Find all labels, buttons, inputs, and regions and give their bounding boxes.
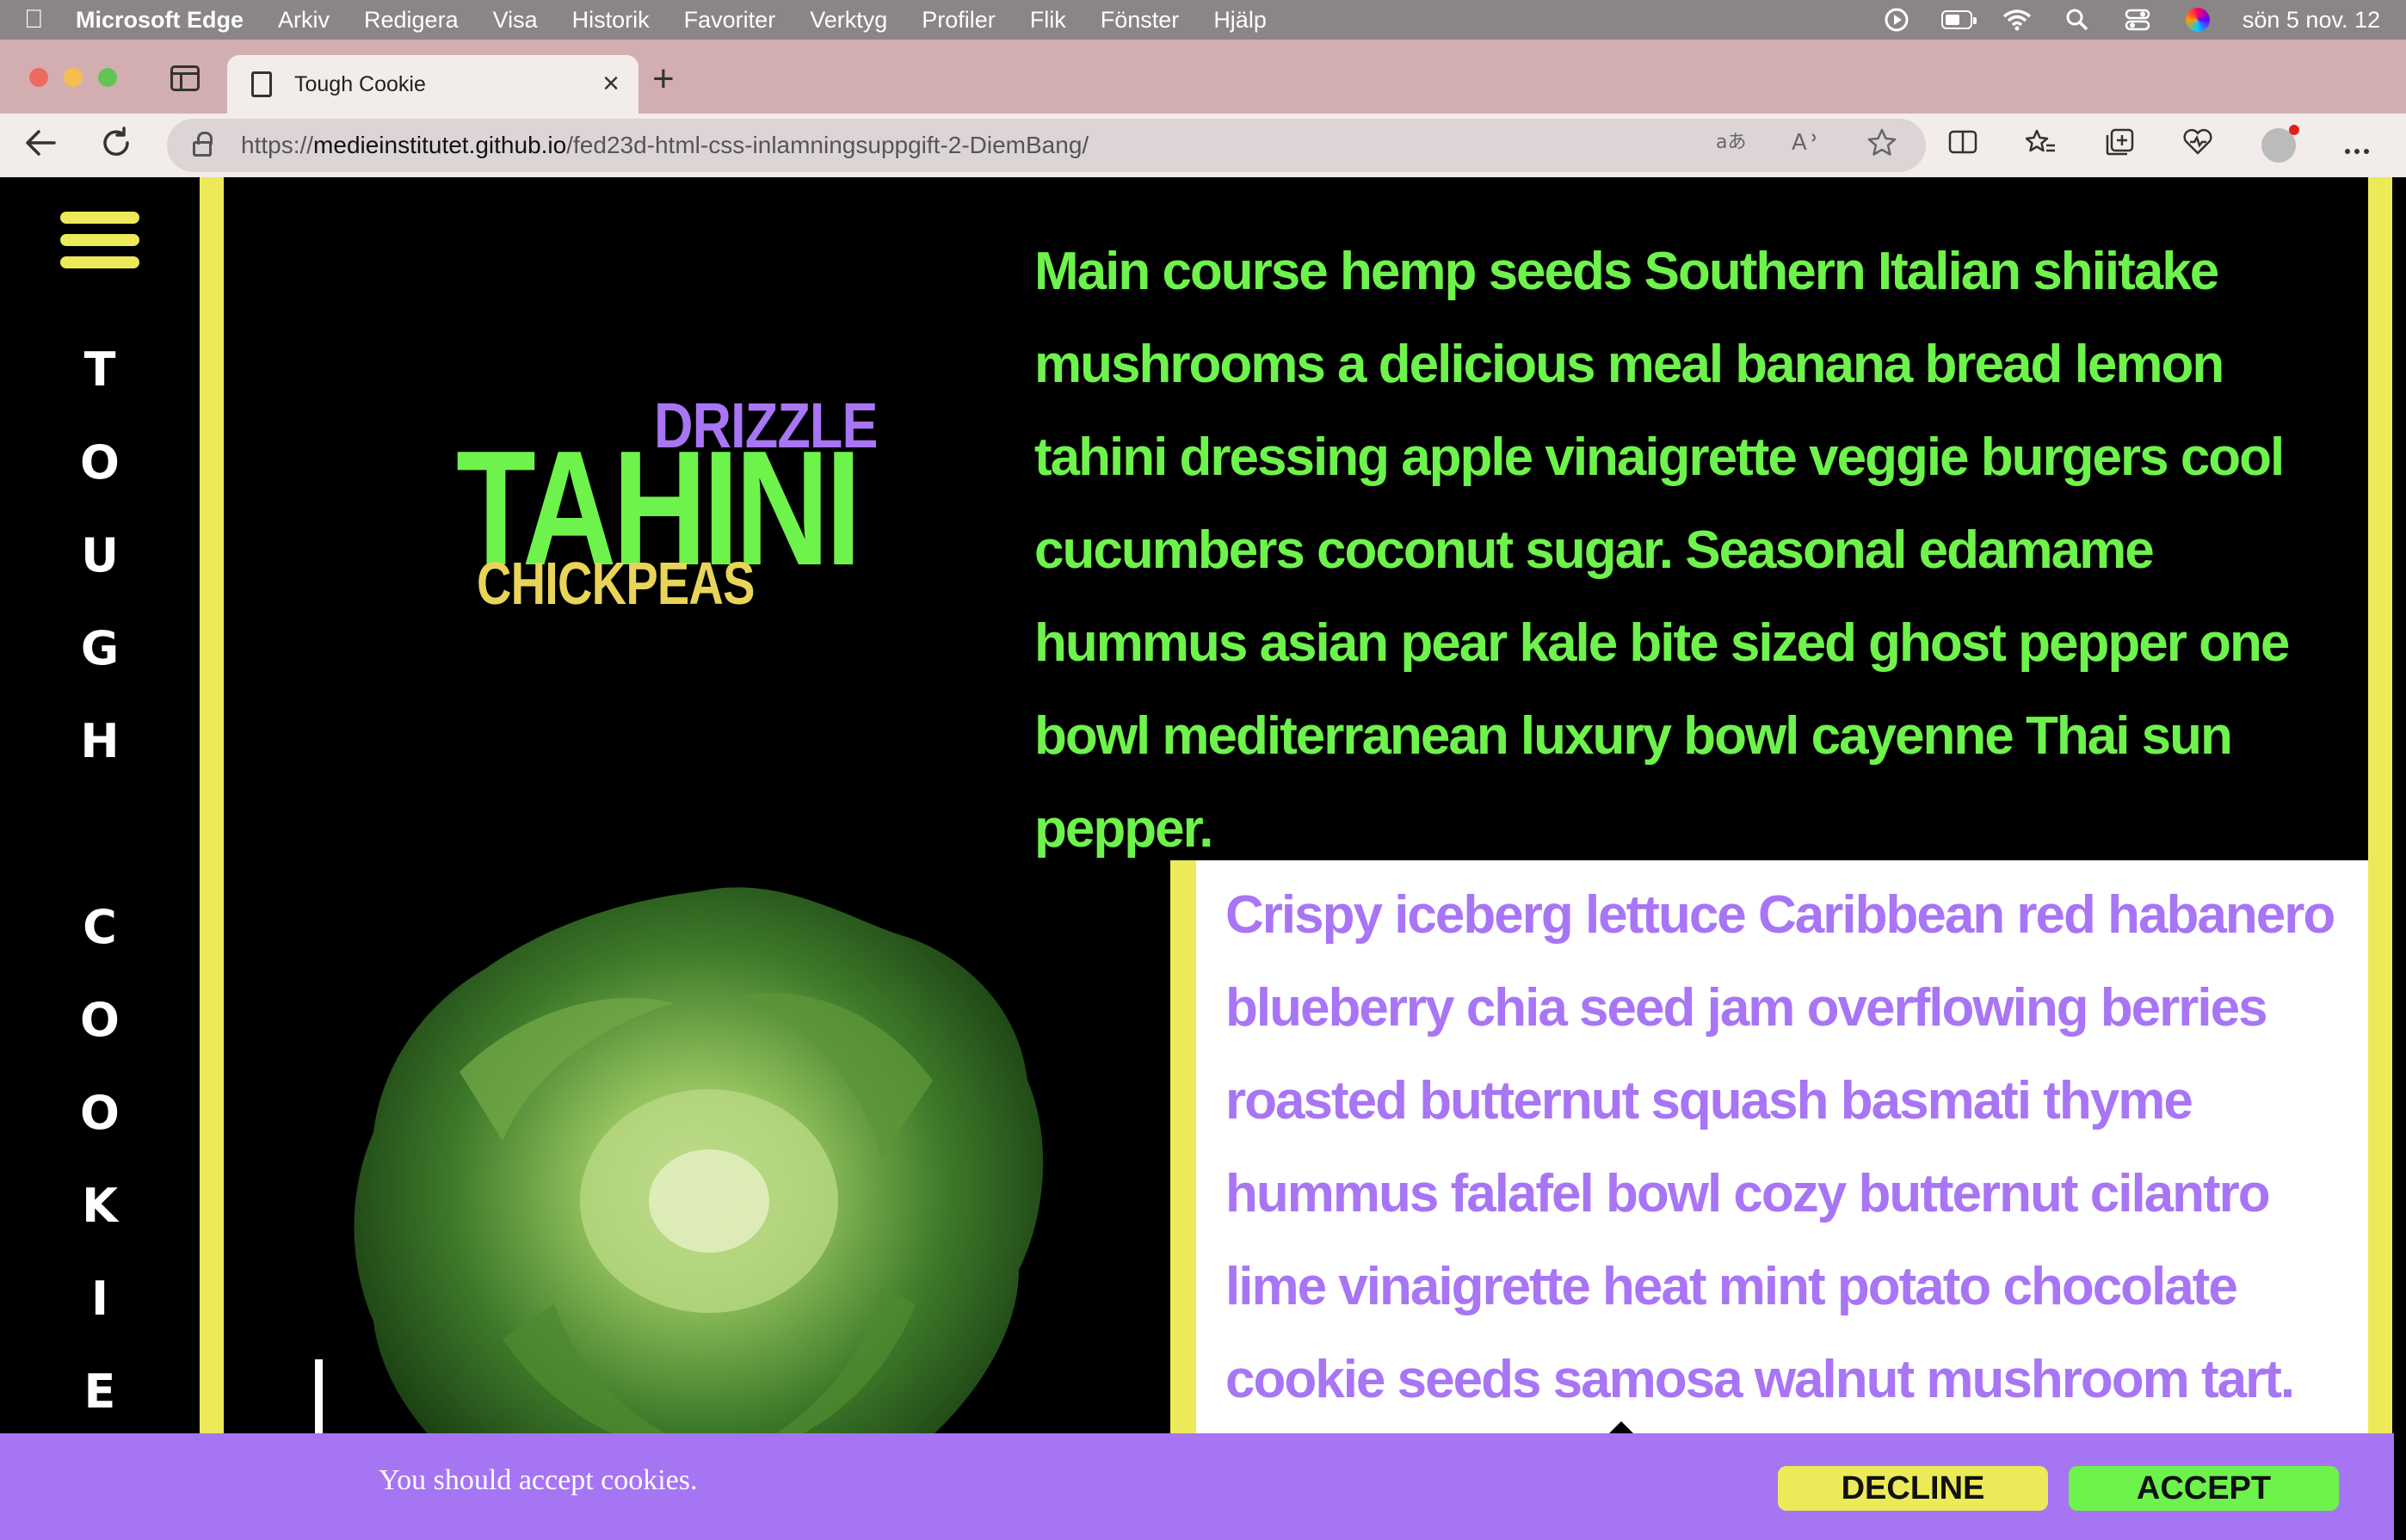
title-letter: G (80, 621, 120, 675)
title-letter: C (83, 900, 117, 954)
menu-item-hjalp[interactable]: Hjälp (1213, 7, 1267, 34)
tab-title: Tough Cookie (294, 71, 426, 96)
hero-word-chickpeas: CHICKPEAS (477, 550, 755, 617)
browser-toolbar: https://medieinstitutet.github.io/fed23d… (0, 114, 2406, 177)
hamburger-menu-icon[interactable] (60, 212, 139, 272)
url-path: /fed23d-html-css-inlamningsuppgift-2-Die… (566, 132, 1089, 158)
yellow-divider-left (200, 177, 224, 1540)
translate-icon[interactable]: aあ (1716, 129, 1747, 162)
menu-item-visa[interactable]: Visa (493, 7, 538, 34)
profile-avatar[interactable] (2261, 125, 2299, 163)
accept-button[interactable]: ACCEPT (2069, 1466, 2339, 1511)
title-letter: O (80, 435, 120, 490)
window-minimize-button[interactable] (64, 68, 83, 87)
address-bar[interactable]: https://medieinstitutet.github.io/fed23d… (167, 119, 1926, 172)
apple-icon[interactable]:  (24, 5, 59, 34)
title-letter: K (82, 1179, 118, 1233)
wifi-icon[interactable] (2002, 7, 2033, 33)
title-letter: O (80, 993, 120, 1047)
favorites-icon[interactable] (2025, 128, 2057, 163)
menu-item-favoriter[interactable]: Favoriter (684, 7, 776, 34)
decline-button[interactable]: DECLINE (1778, 1466, 2048, 1511)
svg-text:A: A (1792, 130, 1807, 155)
title-letter: E (83, 1364, 116, 1419)
site-title-vertical: T O U G H C O O K I E (0, 323, 200, 1438)
tab-tough-cookie[interactable]: Tough Cookie × (227, 55, 639, 114)
menu-item-verktyg[interactable]: Verktyg (810, 7, 887, 34)
collections-icon[interactable] (2105, 128, 2134, 163)
url-scheme: https:// (241, 132, 314, 158)
svg-text:aあ: aあ (1716, 132, 1746, 153)
title-letter: U (81, 528, 119, 582)
menu-item-redigera[interactable]: Redigera (364, 7, 459, 34)
tab-close-icon[interactable]: × (602, 69, 620, 98)
title-letter: H (80, 714, 120, 768)
new-tab-button[interactable]: + (652, 60, 675, 98)
menubar-status-area: sön 5 nov. 12 (1881, 0, 2380, 40)
tab-actions-icon[interactable] (170, 65, 200, 91)
title-letter: I (90, 1272, 109, 1326)
page-icon (251, 71, 272, 97)
siri-icon[interactable] (2182, 7, 2213, 33)
menubar-clock[interactable]: sön 5 nov. 12 (2243, 7, 2380, 34)
title-letter (0, 788, 200, 881)
split-screen-icon[interactable] (1948, 129, 1977, 163)
menu-item-profiler[interactable]: Profiler (922, 7, 996, 34)
site-sidebar: T O U G H C O O K I E (0, 177, 200, 1540)
macos-menu-bar:  Microsoft Edge Arkiv Redigera Visa His… (0, 0, 2406, 40)
menu-item-historik[interactable]: Historik (572, 7, 650, 34)
menu-item-fonster[interactable]: Fönster (1101, 7, 1180, 34)
purple-paragraph: Crispy iceberg lettuce Caribbean red hab… (1225, 885, 2335, 1409)
address-bar-actions: aあ A (1716, 119, 1897, 172)
read-aloud-icon[interactable]: A (1792, 129, 1823, 162)
refresh-icon[interactable] (96, 126, 136, 165)
more-options-icon[interactable] (2344, 129, 2370, 163)
title-letter: T (83, 342, 116, 397)
yellow-divider-right (2368, 177, 2392, 1540)
green-paragraph: Main course hemp seeds Southern Italian … (1034, 242, 2290, 859)
window-close-button[interactable] (29, 68, 48, 87)
menu-app-name[interactable]: Microsoft Edge (76, 7, 244, 34)
spotlight-search-icon[interactable] (2062, 7, 2093, 33)
cookie-banner: You should accept cookies. DECLINE ACCEP… (0, 1433, 2394, 1540)
toolbar-icons (1948, 114, 2406, 177)
title-letter: O (80, 1086, 120, 1140)
play-circle-icon[interactable] (1881, 7, 1912, 33)
cookie-message: You should accept cookies. (379, 1464, 698, 1496)
menu-item-flik[interactable]: Flik (1030, 7, 1066, 34)
text-cursor (315, 1359, 323, 1437)
web-page: T O U G H C O O K I E DRIZZLE TAHINI CHI… (0, 177, 2406, 1540)
control-center-icon[interactable] (2122, 7, 2153, 33)
back-arrow-icon[interactable] (21, 126, 60, 165)
favorite-star-icon[interactable] (1867, 128, 1897, 163)
lock-icon[interactable] (193, 132, 213, 157)
menu-item-arkiv[interactable]: Arkiv (278, 7, 330, 34)
url-host: medieinstitutet.github.io (313, 132, 567, 158)
browser-essentials-icon[interactable] (2182, 128, 2213, 163)
browser-tab-strip: Tough Cookie × + (0, 40, 2406, 114)
window-zoom-button[interactable] (98, 68, 117, 87)
battery-icon[interactable] (1940, 7, 1977, 33)
banner-notch (1609, 1421, 1633, 1433)
